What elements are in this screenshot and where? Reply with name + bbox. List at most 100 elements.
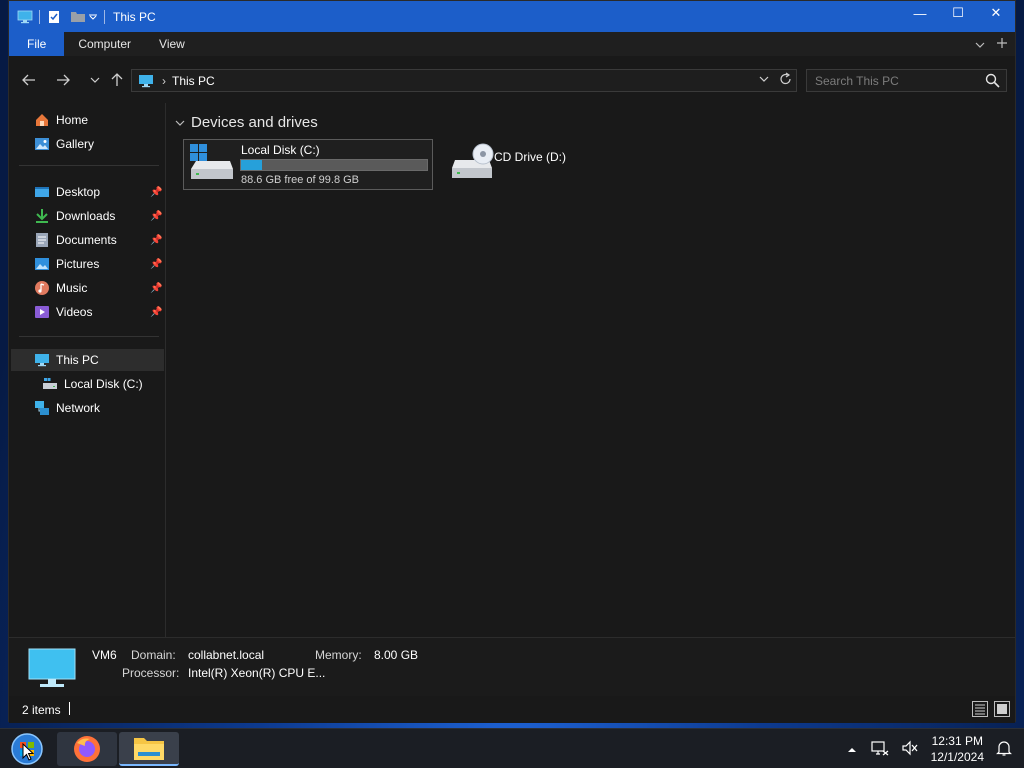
desktop-icon <box>34 184 50 200</box>
processor-label: Processor: <box>122 666 180 680</box>
details-view-icon[interactable] <box>972 701 988 717</box>
title-separator-2 <box>104 9 105 24</box>
breadcrumb-this-pc[interactable]: This PC <box>172 74 215 88</box>
refresh-icon[interactable] <box>779 72 792 89</box>
tab-view[interactable]: View <box>145 32 199 56</box>
group-title: Devices and drives <box>191 114 318 131</box>
large-icons-view-icon[interactable] <box>994 701 1010 717</box>
status-separator <box>69 702 70 715</box>
sidebar-item-label: This PC <box>56 353 99 367</box>
drive-tile-local-disk[interactable]: Local Disk (C:) 88.6 GB free of 99.8 GB <box>183 139 433 190</box>
up-button[interactable] <box>107 71 127 89</box>
processor-value: Intel(R) Xeon(R) CPU E... <box>188 666 326 680</box>
pictures-icon <box>34 256 50 272</box>
music-icon <box>34 280 50 296</box>
expand-ribbon-icon[interactable] <box>975 37 985 51</box>
details-pane: VM6 Domain: collabnet.local Memory: 8.00… <box>9 637 1015 696</box>
maximize-button[interactable]: ☐ <box>939 1 977 25</box>
tab-computer[interactable]: Computer <box>64 32 145 56</box>
address-dropdown-icon[interactable] <box>759 72 769 89</box>
sidebar-item-downloads[interactable]: Downloads 📌 <box>9 205 166 227</box>
taskbar-firefox[interactable] <box>57 732 117 766</box>
quick-access-dropdown-icon[interactable] <box>88 9 98 25</box>
address-bar[interactable]: › This PC <box>131 69 797 92</box>
navigation-pane: Home Gallery Desktop 📌 Downloads 📌 Docum… <box>9 103 166 637</box>
forward-button[interactable] <box>53 71 73 89</box>
drive-name: Local Disk (C:) <box>241 143 320 157</box>
minimize-button[interactable]: — <box>901 1 939 25</box>
sidebar-item-label: Documents <box>56 233 117 247</box>
sidebar-item-label: Music <box>56 281 88 295</box>
memory-label: Memory: <box>315 648 362 662</box>
file-explorer-window: This PC — ☐ ✕ File Computer View › This … <box>8 0 1016 723</box>
new-folder-icon[interactable] <box>70 9 86 25</box>
computer-name: VM6 <box>92 648 117 662</box>
sidebar-item-home[interactable]: Home <box>9 109 166 131</box>
help-icon[interactable] <box>997 37 1007 51</box>
content-pane: Devices and drives Local Disk (C:) 88.6 … <box>167 103 1015 637</box>
sidebar-item-network[interactable]: Network <box>9 397 166 419</box>
pin-icon[interactable]: 📌 <box>150 235 162 246</box>
show-hidden-icons-icon[interactable] <box>847 742 857 756</box>
sidebar-item-local-disk[interactable]: Local Disk (C:) <box>9 373 166 395</box>
breadcrumb-chevron-icon[interactable]: › <box>162 74 166 88</box>
sidebar-item-pictures[interactable]: Pictures 📌 <box>9 253 166 275</box>
sidebar-divider <box>19 336 159 337</box>
firefox-icon <box>74 736 100 762</box>
volume-muted-icon[interactable] <box>901 740 919 759</box>
cd-drive-icon <box>449 142 495 185</box>
taskbar-file-explorer[interactable] <box>119 732 179 766</box>
address-bar-controls <box>759 72 792 89</box>
videos-icon <box>34 304 50 320</box>
network-status-icon[interactable] <box>871 740 889 759</box>
group-header-devices[interactable]: Devices and drives <box>175 114 318 131</box>
tab-file[interactable]: File <box>9 32 65 56</box>
drive-name: CD Drive (D:) <box>494 150 566 164</box>
window-controls: — ☐ ✕ <box>901 1 1015 32</box>
taskbar: 12:31 PM 12/1/2024 <box>0 728 1024 768</box>
clock[interactable]: 12:31 PM 12/1/2024 <box>931 733 984 765</box>
mouse-cursor-icon <box>22 742 35 764</box>
sidebar-item-label: Downloads <box>56 209 116 223</box>
computer-large-icon <box>28 648 76 693</box>
sidebar-item-videos[interactable]: Videos 📌 <box>9 301 166 323</box>
pin-icon[interactable]: 📌 <box>150 259 162 270</box>
downloads-icon <box>34 208 50 224</box>
computer-icon <box>138 74 154 88</box>
pin-icon[interactable]: 📌 <box>150 187 162 198</box>
item-count: 2 items <box>22 703 61 717</box>
pin-icon[interactable]: 📌 <box>150 211 162 222</box>
sidebar-item-label: Pictures <box>56 257 100 271</box>
sidebar-item-desktop[interactable]: Desktop 📌 <box>9 181 166 203</box>
clock-time: 12:31 PM <box>931 734 983 748</box>
drive-free-space: 88.6 GB free of 99.8 GB <box>241 174 360 186</box>
this-pc-icon <box>17 9 33 25</box>
sidebar-item-label: Desktop <box>56 185 101 199</box>
sidebar-item-label: Network <box>56 401 101 415</box>
search-input[interactable]: Search This PC <box>806 69 1007 92</box>
documents-icon <box>34 232 50 248</box>
title-bar[interactable]: This PC — ☐ ✕ <box>9 1 1015 32</box>
ribbon-controls <box>975 32 1007 56</box>
sidebar-item-label: Gallery <box>56 137 95 151</box>
collapse-chevron-icon[interactable] <box>175 117 185 129</box>
sidebar-item-label: Home <box>56 113 89 127</box>
ribbon-tabs: File Computer View <box>9 32 1015 56</box>
back-button[interactable] <box>19 71 39 89</box>
recent-locations-button[interactable] <box>85 71 105 89</box>
sidebar-item-documents[interactable]: Documents 📌 <box>9 229 166 251</box>
clock-date: 12/1/2024 <box>930 750 984 764</box>
search-icon[interactable] <box>985 73 1000 91</box>
pin-icon[interactable]: 📌 <box>150 307 162 318</box>
sidebar-item-music[interactable]: Music 📌 <box>9 277 166 299</box>
status-bar: 2 items <box>9 696 1015 723</box>
network-icon <box>34 400 50 416</box>
notifications-icon[interactable] <box>996 739 1012 760</box>
windows-drive-icon <box>188 143 234 186</box>
properties-icon[interactable] <box>46 9 62 25</box>
sidebar-item-this-pc[interactable]: This PC <box>11 349 164 371</box>
pin-icon[interactable]: 📌 <box>150 283 162 294</box>
sidebar-item-gallery[interactable]: Gallery <box>9 133 166 155</box>
close-button[interactable]: ✕ <box>977 1 1015 25</box>
drive-tile-cd-drive[interactable]: CD Drive (D:) <box>439 139 589 190</box>
